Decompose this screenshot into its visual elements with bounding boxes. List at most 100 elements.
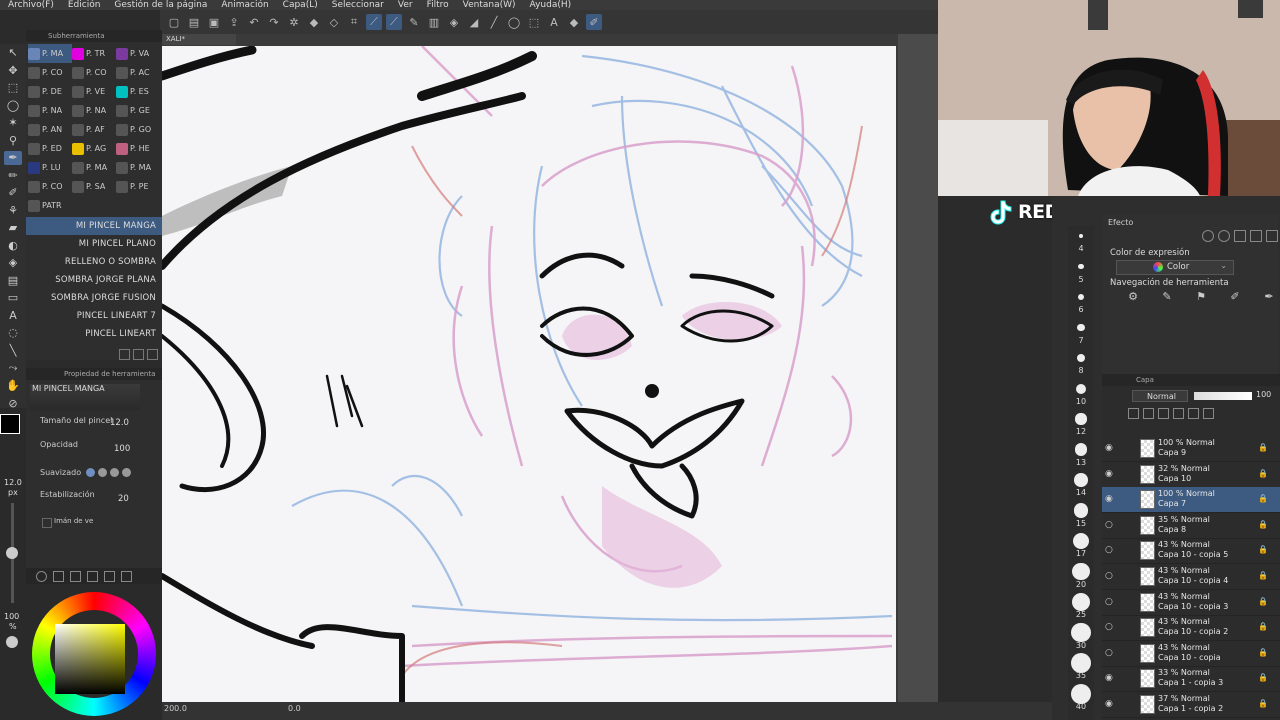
main-color-swatch[interactable] (0, 414, 20, 434)
brush-size-option[interactable]: 10 (1068, 397, 1094, 406)
export-icon[interactable]: ⇪ (226, 14, 242, 30)
layer-mask-icon[interactable] (1188, 408, 1199, 419)
fill-icon[interactable]: ◆ (306, 14, 322, 30)
menu-item[interactable]: Ventana(W) (463, 0, 516, 10)
eye-icon[interactable]: ◉ (1105, 494, 1113, 504)
brush-size-dot[interactable] (1079, 234, 1083, 238)
size-slider-handle[interactable] (6, 547, 18, 559)
subtool-item[interactable]: P. DE (28, 82, 72, 101)
eye-icon[interactable]: ◉ (1105, 443, 1113, 453)
nav-brush-icon[interactable]: ✐ (1226, 288, 1244, 304)
drawing-canvas[interactable] (162, 45, 896, 702)
canvas-area[interactable] (162, 34, 898, 702)
magic-wand-icon[interactable]: ✶ (4, 116, 22, 130)
eraser-icon[interactable]: ◆ (566, 14, 582, 30)
effect-watercolor-icon[interactable] (1234, 230, 1246, 242)
redo-icon[interactable]: ↷ (266, 14, 282, 30)
pen-icon[interactable]: ✎ (406, 14, 422, 30)
subtool-item[interactable]: P. CO (28, 177, 72, 196)
subtool-item[interactable]: P. NA (72, 101, 116, 120)
lock-icon[interactable]: 🔒 (1258, 494, 1268, 503)
brush-size-dot[interactable] (1075, 413, 1087, 425)
effect-border-icon[interactable] (1218, 230, 1230, 242)
brush-size-dot[interactable] (1071, 592, 1091, 612)
pencil-tool-icon[interactable]: ✏ (4, 169, 22, 183)
brush-size-dot[interactable] (1074, 443, 1088, 456)
subtool-item[interactable]: P. NA (28, 101, 72, 120)
add-subtool-icon[interactable] (119, 349, 130, 360)
eye-icon[interactable]: ◉ (1105, 699, 1113, 709)
brush-size-dot[interactable] (1071, 653, 1091, 673)
menu-item[interactable]: Archivo(F) (8, 0, 54, 10)
eye-hidden-icon[interactable]: ○ (1105, 571, 1113, 581)
brush-size-option[interactable]: 35 (1068, 671, 1094, 680)
brush-icon[interactable]: ✐ (586, 14, 602, 30)
brush-size-dot[interactable] (1077, 293, 1085, 301)
gradient-icon[interactable]: ▤ (4, 274, 22, 288)
lock-icon[interactable]: 🔒 (1258, 673, 1268, 682)
brush-size-dot[interactable] (1077, 323, 1085, 332)
text-tool-icon[interactable]: A (4, 309, 22, 323)
layer-row[interactable]: ○ 43 % Normal Capa 10 - copia 5 🔒 (1102, 538, 1280, 565)
lock-icon[interactable]: 🔒 (1258, 699, 1268, 708)
brush-size-option[interactable]: 15 (1068, 519, 1094, 528)
opacity-value[interactable]: 100 (114, 444, 130, 454)
layer-row[interactable]: ○ 43 % Normal Capa 10 - copia 3 🔒 (1102, 590, 1280, 616)
nav-pen-icon[interactable]: ✒ (1260, 288, 1278, 304)
zoom-value[interactable]: 200.0 (164, 704, 187, 713)
layer-ref-icon[interactable] (1143, 408, 1154, 419)
canvas-tab[interactable]: XALI* (162, 34, 236, 45)
saturation-value-square[interactable] (55, 624, 125, 694)
subtool-item[interactable]: P. SA (72, 177, 116, 196)
fill-tool-icon[interactable]: ◈ (4, 256, 22, 270)
brush-item[interactable]: RELLENO O SOMBRA (26, 253, 162, 271)
menu-item[interactable]: Gestión de la página (114, 0, 207, 10)
transform-icon[interactable]: ⌗ (346, 14, 362, 30)
subtool-item[interactable]: P. AF (72, 120, 116, 139)
smoothing-option-2[interactable] (98, 468, 107, 477)
brush-item[interactable]: MI PINCEL MANGA (26, 217, 162, 235)
layer-row[interactable]: ○ 35 % Normal Capa 8 🔒 (1102, 513, 1280, 539)
brush-item[interactable]: SOMBRA JORGE PLANA (26, 271, 162, 289)
line-icon[interactable]: ╱ (486, 14, 502, 30)
menu-item[interactable]: Edición (68, 0, 101, 10)
brush-item[interactable]: SOMBRA JORGE FUSION (26, 289, 162, 307)
select-icon[interactable]: ⬚ (526, 14, 542, 30)
eraser-tool-icon[interactable]: ▰ (4, 221, 22, 235)
undo-icon[interactable]: ↶ (246, 14, 262, 30)
brush-size-dot[interactable] (1074, 473, 1088, 487)
nav-pin-icon[interactable]: ⚑ (1192, 288, 1210, 304)
lasso-tool-icon[interactable]: ◯ (4, 99, 22, 113)
approximate-color-tab-icon[interactable] (104, 570, 115, 582)
subtool-item[interactable]: P. ES (116, 82, 160, 101)
brush-size-option[interactable]: 5 (1068, 275, 1094, 284)
menu-item[interactable]: Filtro (427, 0, 449, 10)
subtool-item[interactable]: P. PE (116, 177, 160, 196)
expression-color-select[interactable]: Color ⌄ (1116, 260, 1234, 275)
eye-icon[interactable]: ◉ (1105, 673, 1113, 683)
brush-size-dot[interactable] (1073, 533, 1089, 549)
brush-size-option[interactable]: 12 (1068, 427, 1094, 436)
color-history-tab-icon[interactable] (121, 570, 132, 582)
brush-size-value[interactable]: 12.0 (110, 418, 129, 428)
lasso-icon[interactable]: ◯ (506, 14, 522, 30)
layer-row[interactable]: ◉ 37 % Normal Capa 1 - copia 2 🔒 (1102, 692, 1280, 718)
eyedropper-icon[interactable]: ⚲ (4, 134, 22, 148)
subtool-item[interactable]: P. MA (116, 158, 160, 177)
subtool-item[interactable]: P. AC (116, 63, 160, 82)
blend-mode-select[interactable]: Normal (1132, 390, 1188, 402)
save-icon[interactable]: ▣ (206, 14, 222, 30)
eye-hidden-icon[interactable]: ○ (1105, 648, 1113, 658)
brush-size-option[interactable]: 14 (1068, 488, 1094, 497)
subtool-item[interactable]: P. TR (72, 44, 116, 63)
brush-size-option[interactable]: 25 (1068, 610, 1094, 619)
text-icon[interactable]: A (546, 14, 562, 30)
subtool-item[interactable]: P. GO (116, 120, 160, 139)
brush-size-option[interactable]: 13 (1068, 458, 1094, 467)
layer-move-icon[interactable]: ✥ (4, 64, 22, 78)
layer-clip-icon[interactable] (1128, 408, 1139, 419)
ruler-settings-icon[interactable]: ◈ (446, 14, 462, 30)
brush-tool-icon[interactable]: ✐ (4, 186, 22, 200)
nav-edit-icon[interactable]: ✎ (1158, 288, 1176, 304)
subtool-item[interactable]: P. LU (28, 158, 72, 177)
